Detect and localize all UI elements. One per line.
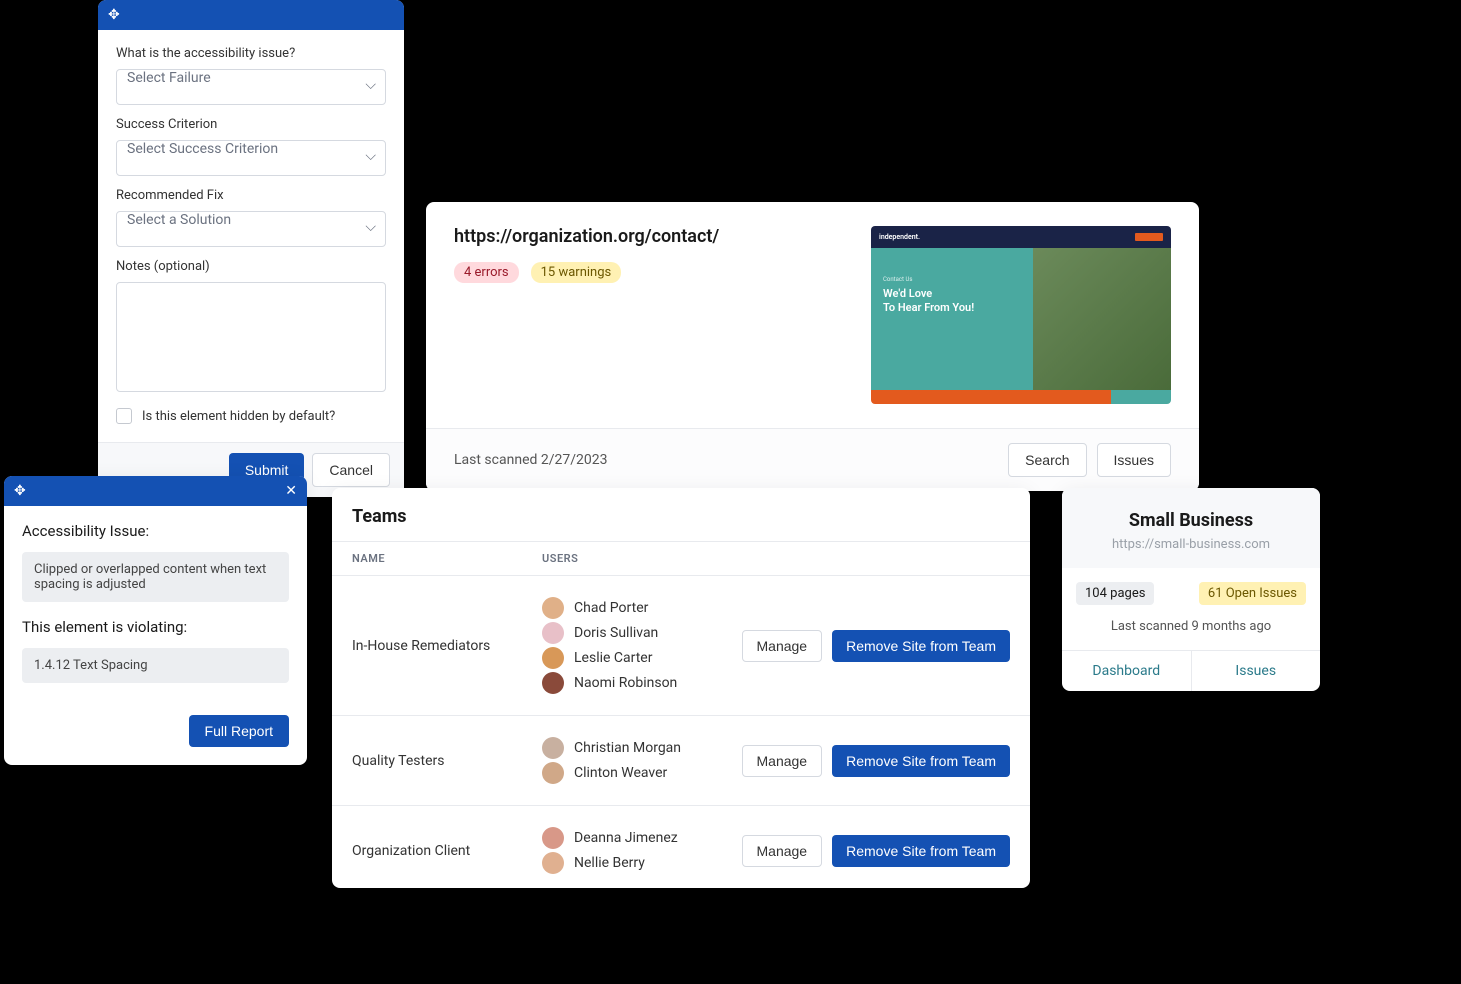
avatar	[542, 852, 564, 874]
warnings-badge: 15 warnings	[531, 262, 622, 283]
violating-rule: 1.4.12 Text Spacing	[22, 648, 289, 683]
teams-panel: Teams NAME USERS In-House Remediators Cha…	[332, 488, 1030, 888]
preview-logo: independent.	[879, 233, 920, 241]
user-item: Doris Sullivan	[542, 622, 742, 644]
user-name: Leslie Carter	[574, 650, 652, 666]
success-criterion-label: Success Criterion	[116, 117, 386, 132]
avatar	[542, 737, 564, 759]
recommended-fix-label: Recommended Fix	[116, 188, 386, 203]
avatar	[542, 597, 564, 619]
site-summary-card: Small Business https://small-business.co…	[1062, 488, 1320, 691]
user-item: Leslie Carter	[542, 647, 742, 669]
scan-summary-card: https://organization.org/contact/ 4 erro…	[426, 202, 1199, 491]
issue-description: Clipped or overlapped content when text …	[22, 552, 289, 602]
user-item: Chad Porter	[542, 597, 742, 619]
table-row: In-House Remediators Chad Porter Doris Sul…	[332, 576, 1030, 716]
hidden-checkbox[interactable]	[116, 408, 132, 424]
user-name: Naomi Robinson	[574, 675, 677, 691]
preview-image	[1033, 248, 1171, 390]
column-users: USERS	[542, 552, 578, 565]
column-name: NAME	[352, 552, 542, 565]
notes-label: Notes (optional)	[116, 259, 386, 274]
last-scanned-label: Last scanned 2/27/2023	[454, 452, 608, 468]
user-name: Clinton Weaver	[574, 765, 667, 781]
table-row: Organization Client Deanna Jimenez Nellie …	[332, 806, 1030, 888]
remove-site-button[interactable]: Remove Site from Team	[832, 745, 1010, 777]
issues-button[interactable]: Issues	[1097, 443, 1171, 477]
issues-link[interactable]: Issues	[1191, 651, 1321, 691]
table-row: Quality Testers Christian Morgan Clinton W…	[332, 716, 1030, 806]
preview-heading: We'd Love To Hear From You!	[883, 287, 1021, 315]
errors-badge: 4 errors	[454, 262, 519, 283]
user-item: Deanna Jimenez	[542, 827, 742, 849]
user-name: Doris Sullivan	[574, 625, 658, 641]
remove-site-button[interactable]: Remove Site from Team	[832, 835, 1010, 867]
issue-question-label: What is the accessibility issue?	[116, 46, 386, 61]
site-title: Small Business	[1076, 510, 1306, 531]
user-item: Naomi Robinson	[542, 672, 742, 694]
failure-select[interactable]: Select Failure	[116, 69, 386, 105]
search-button[interactable]: Search	[1008, 443, 1086, 477]
solution-select[interactable]: Select a Solution	[116, 211, 386, 247]
teams-title: Teams	[332, 488, 1030, 541]
move-icon[interactable]: ✥	[108, 7, 120, 23]
team-name: Quality Testers	[352, 753, 542, 769]
avatar	[542, 647, 564, 669]
team-name: In-House Remediators	[352, 638, 542, 654]
manage-button[interactable]: Manage	[742, 835, 823, 867]
open-issues-badge: 61 Open Issues	[1199, 582, 1306, 605]
issue-heading: Accessibility Issue:	[22, 522, 289, 540]
user-name: Christian Morgan	[574, 740, 681, 756]
user-item: Clinton Weaver	[542, 762, 742, 784]
full-report-button[interactable]: Full Report	[189, 715, 289, 747]
dashboard-link[interactable]: Dashboard	[1062, 651, 1191, 691]
accessibility-issue-detail: ✥ ✕ Accessibility Issue: Clipped or over…	[4, 476, 307, 765]
cancel-button[interactable]: Cancel	[312, 453, 390, 487]
avatar	[542, 622, 564, 644]
preview-subheading: Contact Us	[883, 276, 1021, 283]
user-item: Nellie Berry	[542, 852, 742, 874]
form-header[interactable]: ✥	[98, 0, 404, 30]
move-icon[interactable]: ✥	[14, 483, 26, 499]
scan-url: https://organization.org/contact/	[454, 226, 847, 247]
violating-heading: This element is violating:	[22, 618, 289, 636]
notes-textarea[interactable]	[116, 282, 386, 392]
manage-button[interactable]: Manage	[742, 745, 823, 777]
avatar	[542, 672, 564, 694]
page-preview: independent. Contact Us We'd Love To Hea…	[871, 226, 1171, 404]
site-url: https://small-business.com	[1076, 537, 1306, 552]
accessibility-issue-form: ✥ What is the accessibility issue? Selec…	[98, 0, 404, 497]
user-item: Christian Morgan	[542, 737, 742, 759]
avatar	[542, 827, 564, 849]
remove-site-button[interactable]: Remove Site from Team	[832, 630, 1010, 662]
site-last-scanned: Last scanned 9 months ago	[1076, 619, 1306, 634]
user-name: Deanna Jimenez	[574, 830, 678, 846]
avatar	[542, 762, 564, 784]
pages-badge: 104 pages	[1076, 582, 1154, 605]
success-criterion-select[interactable]: Select Success Criterion	[116, 140, 386, 176]
user-name: Chad Porter	[574, 600, 648, 616]
issue-header[interactable]: ✥ ✕	[4, 476, 307, 506]
hidden-checkbox-label: Is this element hidden by default?	[142, 409, 335, 424]
team-name: Organization Client	[352, 843, 542, 859]
user-name: Nellie Berry	[574, 855, 645, 871]
preview-cta	[1135, 233, 1163, 241]
close-icon[interactable]: ✕	[285, 483, 297, 499]
manage-button[interactable]: Manage	[742, 630, 823, 662]
